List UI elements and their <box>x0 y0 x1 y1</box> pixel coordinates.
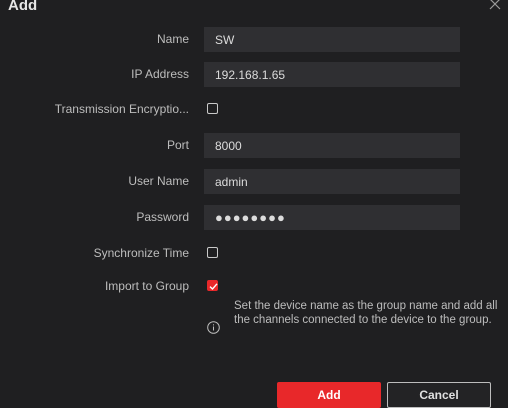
synchronize-time-row: Synchronize Time <box>0 241 508 266</box>
port-row: Port <box>0 133 508 158</box>
name-label: Name <box>156 32 189 46</box>
info-icon <box>207 321 220 334</box>
user-name-row: User Name <box>0 169 508 194</box>
group-import-hint: Set the device name as the group name an… <box>234 300 498 326</box>
transmission-encryption-checkbox[interactable] <box>207 103 218 114</box>
dialog-title: Add <box>8 0 38 14</box>
port-label: Port <box>166 138 189 152</box>
import-to-group-row: Import to Group <box>0 274 508 299</box>
user-name-label: User Name <box>128 174 189 188</box>
dialog-titlebar: Add <box>0 0 508 16</box>
name-field[interactable] <box>204 27 460 52</box>
add-button[interactable]: Add <box>277 382 381 408</box>
transmission-encryption-label: Transmission Encryptio... <box>54 102 189 116</box>
close-icon[interactable] <box>488 0 502 11</box>
synchronize-time-checkbox[interactable] <box>207 247 218 258</box>
transmission-encryption-row: Transmission Encryptio... <box>0 97 508 122</box>
cancel-button[interactable]: Cancel <box>387 382 491 408</box>
import-to-group-label: Import to Group <box>104 279 189 293</box>
port-field[interactable] <box>204 133 460 158</box>
ip-address-field[interactable] <box>204 62 460 87</box>
synchronize-time-label: Synchronize Time <box>93 246 189 260</box>
import-to-group-checkbox[interactable] <box>207 280 218 291</box>
password-field[interactable] <box>204 205 460 230</box>
ip-address-row: IP Address <box>0 62 508 87</box>
ip-address-label: IP Address <box>131 67 189 81</box>
user-name-field[interactable] <box>204 169 460 194</box>
name-row: Name <box>0 27 508 52</box>
password-label: Password <box>136 210 189 224</box>
password-row: Password <box>0 205 508 230</box>
